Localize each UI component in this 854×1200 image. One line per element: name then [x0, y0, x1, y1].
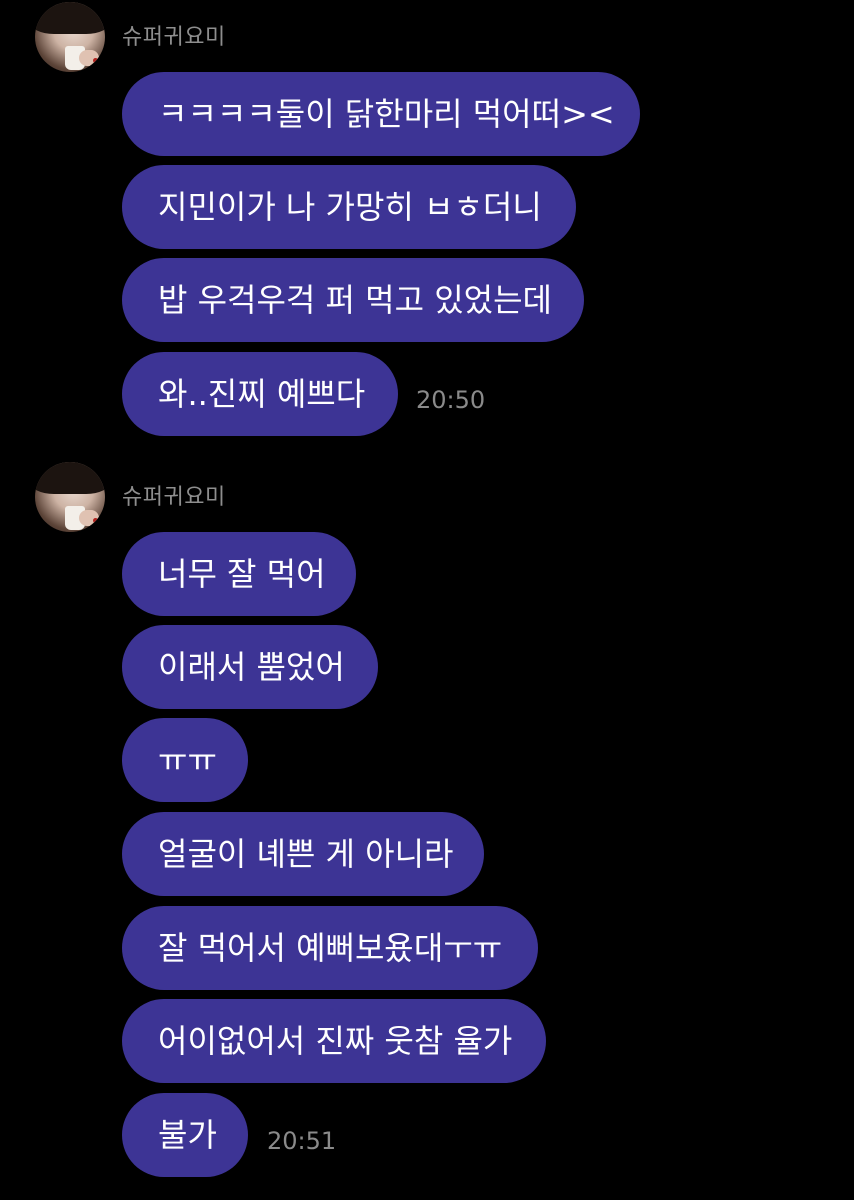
message-bubble[interactable]: ㅋㅋㅋㅋ둘이 닭한마리 먹어떠><	[122, 72, 640, 156]
avatar-hair	[35, 462, 105, 494]
message-bubble[interactable]: ㅠㅠ	[122, 718, 248, 802]
message-bubble[interactable]: 와..진찌 예쁘다	[122, 352, 398, 436]
chat-screen: { "groups": [ { "sender": "슈퍼귀요미", "mess…	[0, 0, 854, 1200]
message-bubble[interactable]: 불가	[122, 1093, 248, 1177]
message-bubble[interactable]: 너무 잘 먹어	[122, 532, 356, 616]
message-bubble[interactable]: 지민이가 나 가망히 ㅂㅎ더니	[122, 165, 576, 249]
avatar-nail	[93, 518, 98, 523]
sender-name[interactable]: 슈퍼귀요미	[122, 486, 226, 510]
message-bubble[interactable]: 어이없어서 진짜 웃참 율가	[122, 999, 546, 1083]
message-bubble[interactable]: 밥 우걱우걱 퍼 먹고 있었는데	[122, 258, 584, 342]
sender-name[interactable]: 슈퍼귀요미	[122, 26, 226, 50]
message-timestamp: 20:50	[416, 386, 486, 414]
message-bubble[interactable]: 얼굴이 녜쁜 게 아니라	[122, 812, 484, 896]
avatar-hair	[35, 2, 105, 34]
sender-avatar[interactable]	[35, 462, 105, 532]
sender-avatar[interactable]	[35, 2, 105, 72]
message-timestamp: 20:51	[267, 1127, 337, 1155]
message-bubble[interactable]: 이래서 뿜었어	[122, 625, 378, 709]
avatar-nail	[93, 58, 98, 63]
message-bubble[interactable]: 잘 먹어서 예뻐보욨대ㅜㅠ	[122, 906, 538, 990]
